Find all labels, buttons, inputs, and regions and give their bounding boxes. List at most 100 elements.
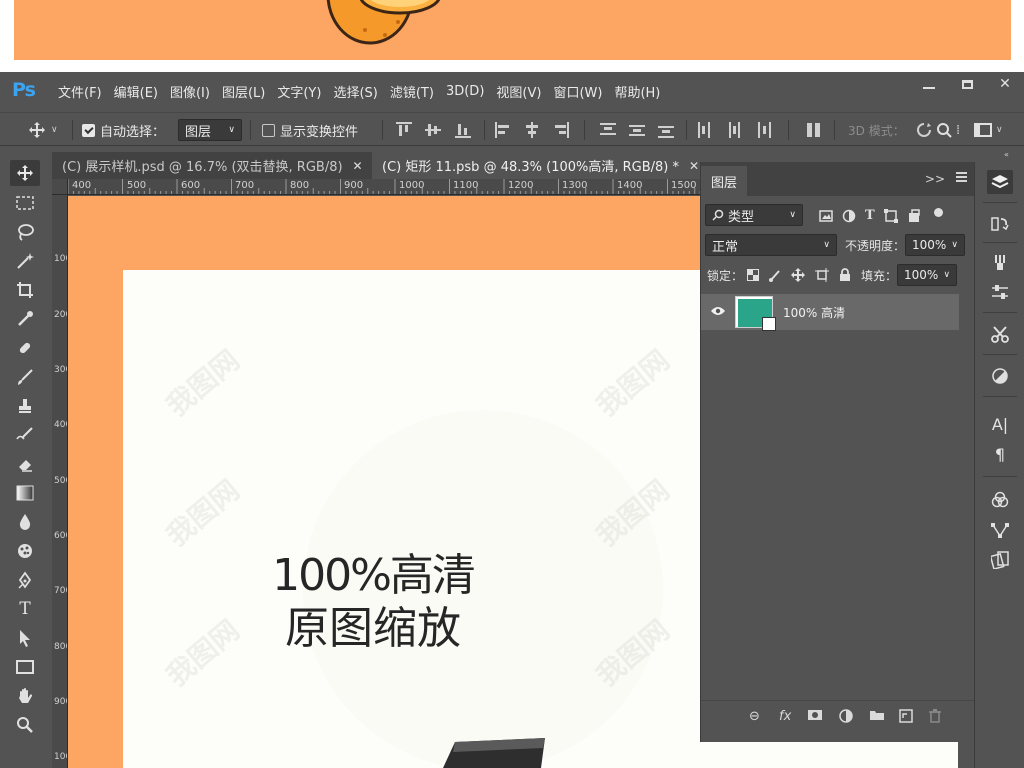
auto-select-checkbox[interactable]	[82, 123, 95, 137]
visibility-toggle[interactable]	[701, 305, 735, 320]
channels-dock-button[interactable]	[987, 488, 1013, 512]
menu-image[interactable]: 图像(I)	[164, 82, 216, 101]
move-tool-preset[interactable]: ∨	[28, 113, 58, 147]
menu-select[interactable]: 选择(S)	[327, 82, 383, 101]
close-icon[interactable]: ✕	[689, 159, 699, 173]
libraries-dock-button[interactable]	[987, 548, 1013, 572]
fill-field[interactable]: 100% ∨	[897, 264, 958, 286]
auto-align-icon[interactable]	[806, 122, 822, 138]
align-left-icon[interactable]	[495, 122, 511, 138]
layers-dock-button[interactable]	[987, 170, 1013, 194]
pen-tool[interactable]	[10, 567, 40, 593]
minimize-button[interactable]	[910, 72, 948, 96]
healing-brush-tool[interactable]	[10, 335, 40, 361]
gradient-tool[interactable]	[10, 480, 40, 506]
distribute-top-icon[interactable]	[600, 122, 616, 138]
blur-tool[interactable]	[10, 509, 40, 535]
eyedropper-tool[interactable]	[10, 306, 40, 332]
menu-file[interactable]: 文件(F)	[52, 82, 108, 101]
shape-filter-icon[interactable]	[883, 208, 898, 223]
menu-help[interactable]: 帮助(H)	[608, 82, 666, 101]
distribute-bottom-icon[interactable]	[658, 122, 674, 138]
menu-edit[interactable]: 编辑(E)	[108, 82, 164, 101]
brush-tool[interactable]	[10, 364, 40, 390]
tab-rectangle-psb[interactable]: (C) 矩形 11.psb @ 48.3% (100%高清, RGB/8) * …	[372, 152, 700, 179]
type-tool[interactable]: T	[10, 596, 40, 622]
lock-transparent-icon[interactable]	[747, 269, 760, 281]
close-icon[interactable]: ✕	[353, 159, 363, 173]
eraser-tool[interactable]	[10, 451, 40, 477]
folder-icon[interactable]	[869, 709, 885, 725]
menu-window[interactable]: 窗口(W)	[547, 82, 608, 101]
link-icon[interactable]: ⊖	[749, 709, 760, 724]
layer-row[interactable]: 100% 高清	[701, 294, 959, 331]
opacity-field[interactable]: 100% ∨	[905, 234, 966, 256]
marquee-tool[interactable]	[10, 190, 40, 216]
distribute-left-icon[interactable]	[697, 122, 713, 138]
image-filter-icon[interactable]	[819, 209, 833, 222]
close-button[interactable]: ✕	[986, 72, 1024, 96]
history-dock-button[interactable]	[987, 212, 1013, 236]
document-canvas[interactable]: 100%高清 原图缩放	[68, 196, 700, 768]
filter-toggle[interactable]	[933, 208, 943, 217]
menu-3d[interactable]: 3D(D)	[440, 84, 490, 99]
auto-select-dropdown[interactable]: 图层 ∨	[178, 119, 242, 141]
tab-showcase-psd[interactable]: (C) 展示样机.psd @ 16.7% (双击替换, RGB/8) ✕	[52, 152, 372, 179]
3d-orbit-tool[interactable]	[936, 113, 952, 147]
workspace-switcher[interactable]: ∨	[974, 113, 1003, 147]
rectangle-tool[interactable]	[10, 654, 40, 680]
adjustments-dock-button[interactable]	[987, 364, 1013, 388]
crop-tool[interactable]	[10, 277, 40, 303]
properties-dock-button[interactable]	[987, 280, 1013, 304]
distribute-vcenter-icon[interactable]	[629, 122, 645, 138]
show-transform-toggle[interactable]: 显示变换控件	[262, 113, 358, 147]
tools-dock-button[interactable]	[987, 322, 1013, 346]
blend-mode-dropdown[interactable]: 正常 ∨	[705, 234, 837, 256]
auto-select-toggle[interactable]: 自动选择：	[82, 113, 165, 147]
character-dock-button[interactable]: A|	[987, 412, 1013, 436]
align-hcenter-icon[interactable]	[524, 122, 540, 138]
new-layer-icon[interactable]	[899, 709, 913, 727]
show-transform-checkbox[interactable]	[262, 123, 275, 137]
lock-artboard-icon[interactable]	[815, 268, 830, 282]
trash-icon[interactable]	[929, 709, 941, 727]
panel-expand-icon[interactable]: >>	[925, 172, 945, 186]
distribute-right-icon[interactable]	[755, 122, 771, 138]
tab-layers[interactable]: 图层	[701, 166, 748, 196]
vertical-ruler[interactable]: 100 200 300 400 500 600 700 800 900 100	[52, 195, 68, 768]
3d-more-icon[interactable]: ⁞	[956, 113, 960, 147]
ruler-origin[interactable]	[52, 179, 68, 195]
type-filter-icon[interactable]: T	[865, 208, 875, 223]
menu-filter[interactable]: 滤镜(T)	[384, 82, 440, 101]
path-selection-tool[interactable]	[10, 625, 40, 651]
move-tool[interactable]	[10, 160, 40, 186]
menu-type[interactable]: 文字(Y)	[271, 82, 327, 101]
hand-tool[interactable]	[10, 683, 40, 709]
dock-collapse-icon[interactable]: «	[1004, 150, 1009, 159]
3d-rotate-tool[interactable]	[916, 113, 932, 147]
lock-pixels-icon[interactable]	[769, 268, 781, 282]
menu-layer[interactable]: 图层(L)	[216, 82, 271, 101]
magic-wand-tool[interactable]	[10, 248, 40, 274]
mask-icon[interactable]	[807, 709, 823, 725]
fx-icon[interactable]: fx	[779, 709, 791, 724]
adjustment-filter-icon[interactable]	[842, 209, 856, 223]
align-vcenter-icon[interactable]	[425, 122, 441, 138]
align-bottom-icon[interactable]	[455, 122, 471, 138]
history-brush-tool[interactable]	[10, 422, 40, 448]
adjustment-icon[interactable]	[839, 709, 853, 727]
paragraph-dock-button[interactable]: ¶	[987, 442, 1013, 466]
layer-filter-dropdown[interactable]: 类型 ∨	[705, 204, 803, 226]
align-right-icon[interactable]	[553, 122, 569, 138]
horizontal-ruler[interactable]: 400 500 600 700 800 900 1000 1100 1200 1…	[68, 179, 700, 195]
align-top-icon[interactable]	[396, 122, 412, 138]
lasso-tool[interactable]	[10, 219, 40, 245]
panel-menu-icon[interactable]	[956, 172, 967, 182]
distribute-hcenter-icon[interactable]	[726, 122, 742, 138]
lock-position-icon[interactable]	[791, 268, 806, 282]
smart-object-filter-icon[interactable]	[907, 208, 921, 223]
clone-stamp-tool[interactable]	[10, 393, 40, 419]
brush-settings-dock-button[interactable]	[987, 250, 1013, 274]
lock-all-icon[interactable]	[839, 268, 851, 282]
layer-name[interactable]: 100% 高清	[783, 304, 845, 321]
